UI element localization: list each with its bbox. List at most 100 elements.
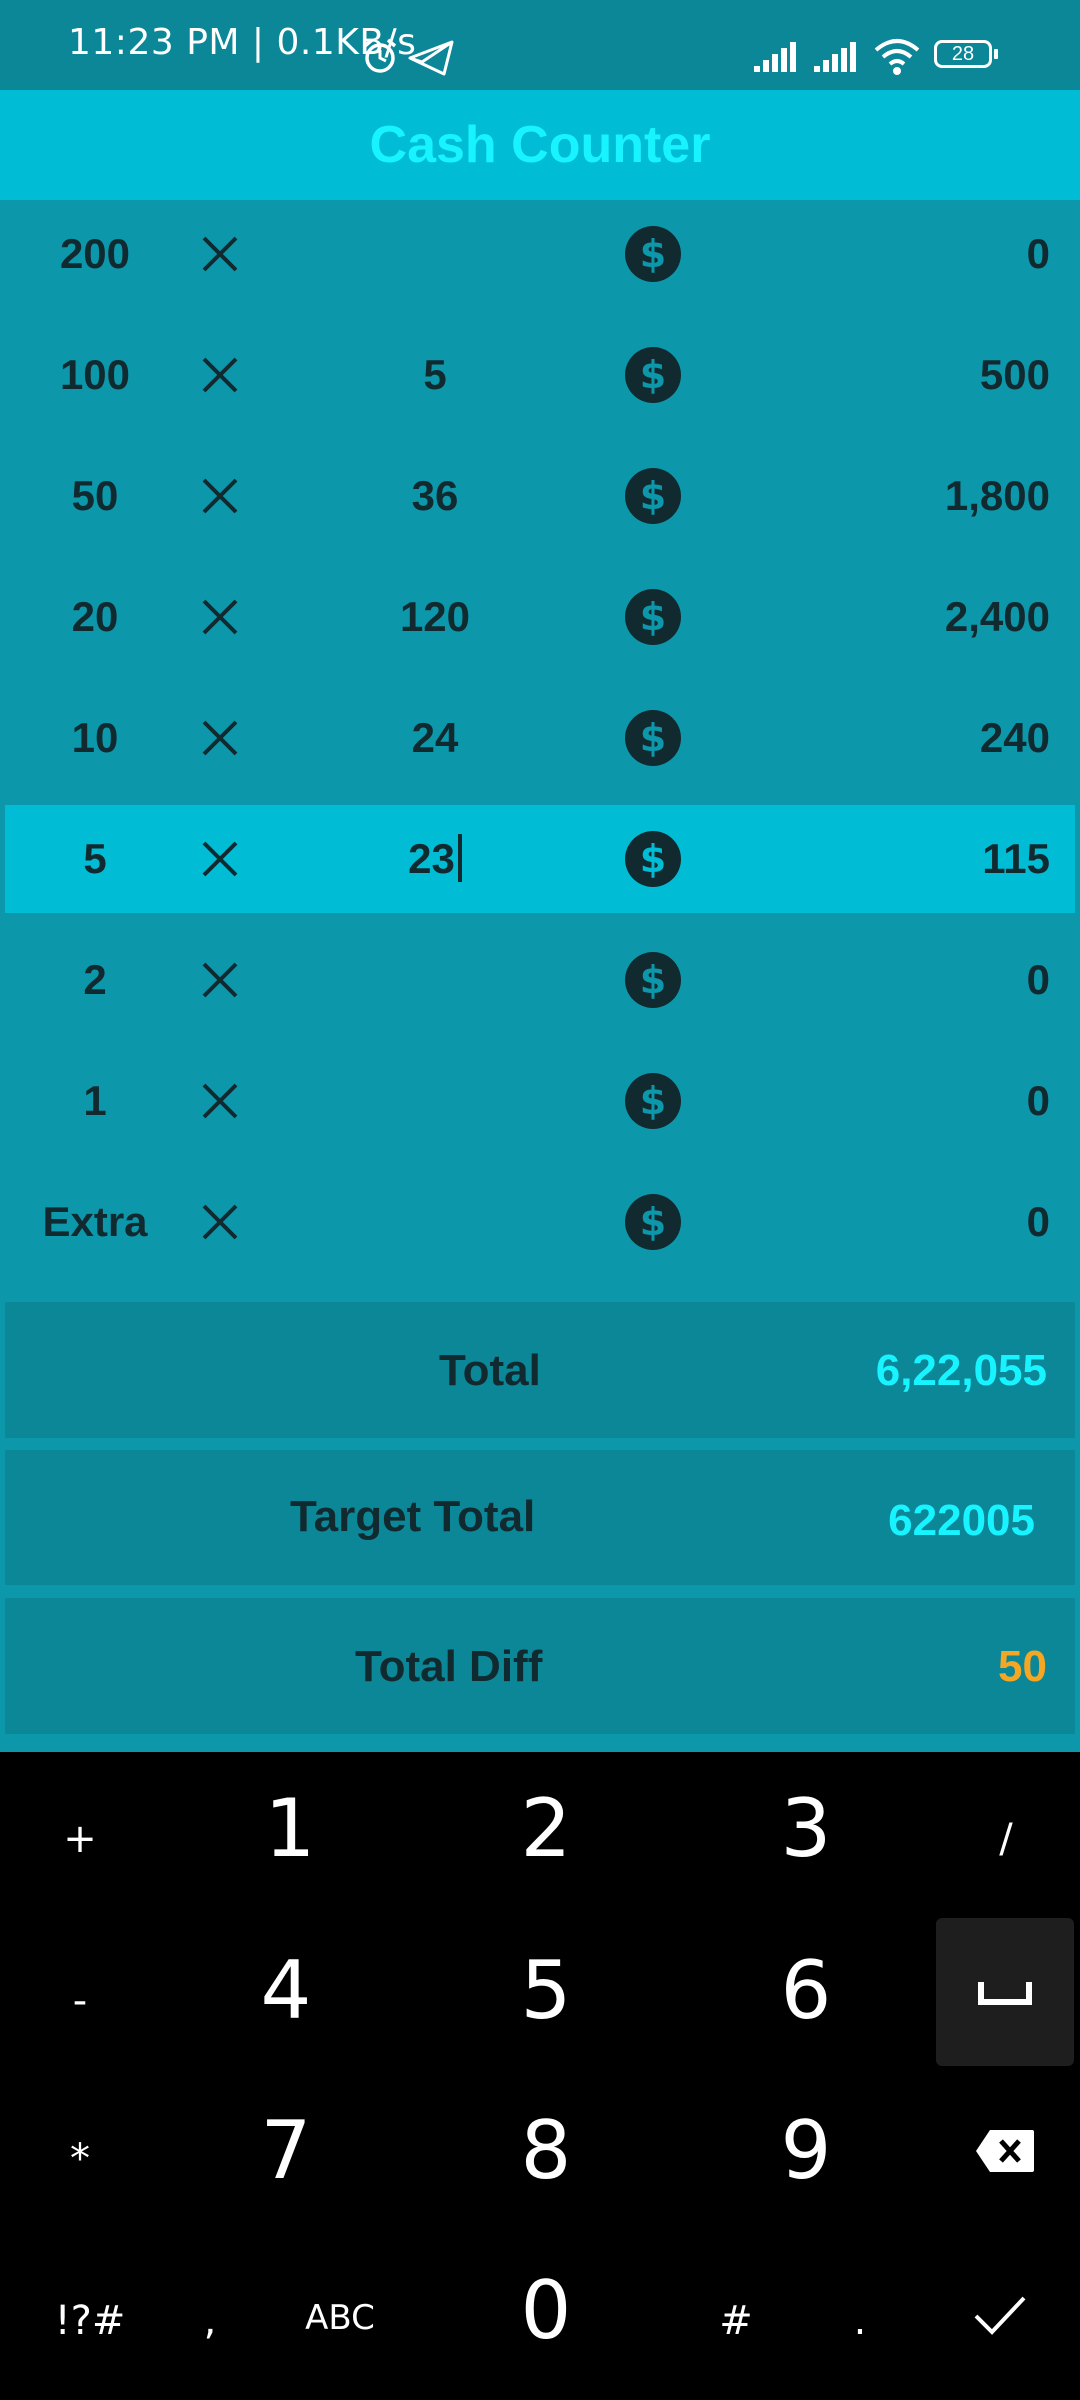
svg-text:$: $ — [640, 474, 666, 518]
denomination-label: 200 — [59, 230, 131, 277]
dollar-coin-icon: $ — [625, 468, 681, 524]
key-symbols[interactable]: !?# — [40, 2298, 140, 2344]
denomination-row-10: 10 24 $ 240 — [5, 684, 1075, 792]
alarm-icon — [363, 38, 397, 73]
dollar-coin-icon: $ — [625, 710, 681, 766]
key-4[interactable]: 4 — [226, 1944, 346, 2037]
count-input-focused[interactable]: 23 — [340, 805, 530, 913]
numeric-keyboard: + 1 2 3 / - 4 5 6 * 7 8 9 !?# , ABC 0 # … — [0, 1752, 1080, 2400]
times-icon — [202, 962, 238, 998]
times-icon — [202, 599, 238, 635]
denomination-row-20: 20 120 $ 2,400 — [5, 563, 1075, 671]
target-total-panel: Target Total 622005 — [5, 1450, 1075, 1585]
denomination-row-200: 200 $ 0 — [5, 200, 1075, 308]
dollar-coin-icon: $ — [625, 1073, 681, 1129]
dollar-coin-icon: $ — [625, 589, 681, 645]
denomination-label: 10 — [71, 714, 119, 761]
key-minus[interactable]: - — [40, 1978, 120, 2024]
row-amount: 2,400 — [944, 593, 1050, 640]
dollar-coin-icon: $ — [625, 347, 681, 403]
status-bar: 11:23 PM | 0.1KB/s 28 — [0, 0, 1080, 90]
row-amount: 0 — [1026, 956, 1050, 1003]
send-icon — [408, 40, 454, 76]
row-amount: 0 — [1026, 1077, 1050, 1124]
times-icon — [202, 478, 238, 514]
svg-text:$: $ — [640, 595, 666, 639]
key-plus[interactable]: + — [40, 1816, 120, 1862]
denomination-label: 20 — [71, 593, 119, 640]
app-title: Cash Counter — [369, 116, 711, 174]
denomination-row-extra: Extra $ 0 — [5, 1168, 1075, 1276]
count-input[interactable]: 120 — [340, 563, 530, 671]
key-space[interactable] — [936, 1918, 1074, 2066]
denomination-label: 100 — [59, 351, 131, 398]
count-value: 23 — [408, 835, 455, 882]
denomination-label: 5 — [83, 835, 107, 882]
total-diff-value: 50 — [998, 1642, 1047, 1691]
denomination-row-1: 1 $ 0 — [5, 1047, 1075, 1155]
key-8[interactable]: 8 — [486, 2104, 606, 2197]
denomination-row-50: 50 36 $ 1,800 — [5, 442, 1075, 550]
row-amount: 500 — [979, 351, 1050, 398]
key-9[interactable]: 9 — [746, 2104, 866, 2197]
count-input[interactable]: 5 — [340, 321, 530, 429]
denomination-label: 50 — [71, 472, 119, 519]
denomination-row-5: 5 23 $ 115 — [5, 805, 1075, 913]
backspace-icon — [976, 2130, 1034, 2172]
key-1[interactable]: 1 — [230, 1782, 350, 1875]
count-input[interactable] — [340, 926, 530, 1034]
check-icon — [974, 2296, 1026, 2335]
key-6[interactable]: 6 — [746, 1944, 866, 2037]
target-total-input[interactable]: 622005 — [888, 1496, 1035, 1546]
svg-text:$: $ — [640, 1079, 666, 1123]
signal-icon-2 — [814, 42, 856, 72]
key-hash[interactable]: # — [696, 2298, 776, 2344]
count-input[interactable] — [340, 1047, 530, 1155]
times-icon — [202, 1204, 238, 1240]
row-amount: 240 — [979, 714, 1050, 761]
dollar-coin-icon: $ — [625, 226, 681, 282]
key-2[interactable]: 2 — [486, 1782, 606, 1875]
key-0[interactable]: 0 — [486, 2264, 606, 2357]
row-amount: 0 — [1026, 1198, 1050, 1245]
svg-text:$: $ — [640, 1200, 666, 1244]
denomination-label: Extra — [42, 1198, 148, 1245]
target-total-label: Target Total — [290, 1492, 536, 1541]
times-icon — [202, 357, 238, 393]
denomination-label: 2 — [83, 956, 107, 1003]
total-panel: Total 6,22,055 — [5, 1302, 1075, 1438]
dollar-coin-icon: $ — [625, 831, 681, 887]
times-icon — [202, 841, 238, 877]
svg-text:$: $ — [640, 837, 666, 881]
key-backspace[interactable] — [970, 2128, 1040, 2178]
key-done[interactable] — [970, 2292, 1030, 2342]
total-diff-panel: Total Diff 50 — [5, 1598, 1075, 1734]
denomination-row-100: 100 5 $ 500 — [5, 321, 1075, 429]
svg-text:$: $ — [640, 232, 666, 276]
key-3[interactable]: 3 — [746, 1782, 866, 1875]
text-cursor — [457, 833, 462, 882]
count-input[interactable] — [340, 200, 530, 308]
svg-text:$: $ — [640, 353, 666, 397]
signal-icon — [754, 42, 796, 72]
times-icon — [202, 236, 238, 272]
svg-text:$: $ — [640, 716, 666, 760]
space-icon — [978, 1982, 1032, 2005]
key-abc[interactable]: ABC — [290, 2298, 390, 2338]
row-amount: 115 — [982, 835, 1050, 882]
count-input[interactable]: 24 — [340, 684, 530, 792]
denomination-row-2: 2 $ 0 — [5, 926, 1075, 1034]
key-dot[interactable]: . — [830, 2298, 890, 2344]
dollar-coin-icon: $ — [625, 1194, 681, 1250]
row-amount: 0 — [1026, 230, 1050, 277]
dollar-coin-icon: $ — [625, 952, 681, 1008]
key-comma[interactable]: , — [180, 2298, 240, 2344]
svg-text:$: $ — [640, 958, 666, 1002]
denomination-label: 1 — [83, 1077, 107, 1124]
count-input[interactable] — [340, 1168, 530, 1276]
count-input[interactable]: 36 — [340, 442, 530, 550]
key-slash[interactable]: / — [966, 1816, 1046, 1862]
key-5[interactable]: 5 — [486, 1944, 606, 2037]
key-asterisk[interactable]: * — [40, 2136, 120, 2182]
key-7[interactable]: 7 — [226, 2104, 346, 2197]
